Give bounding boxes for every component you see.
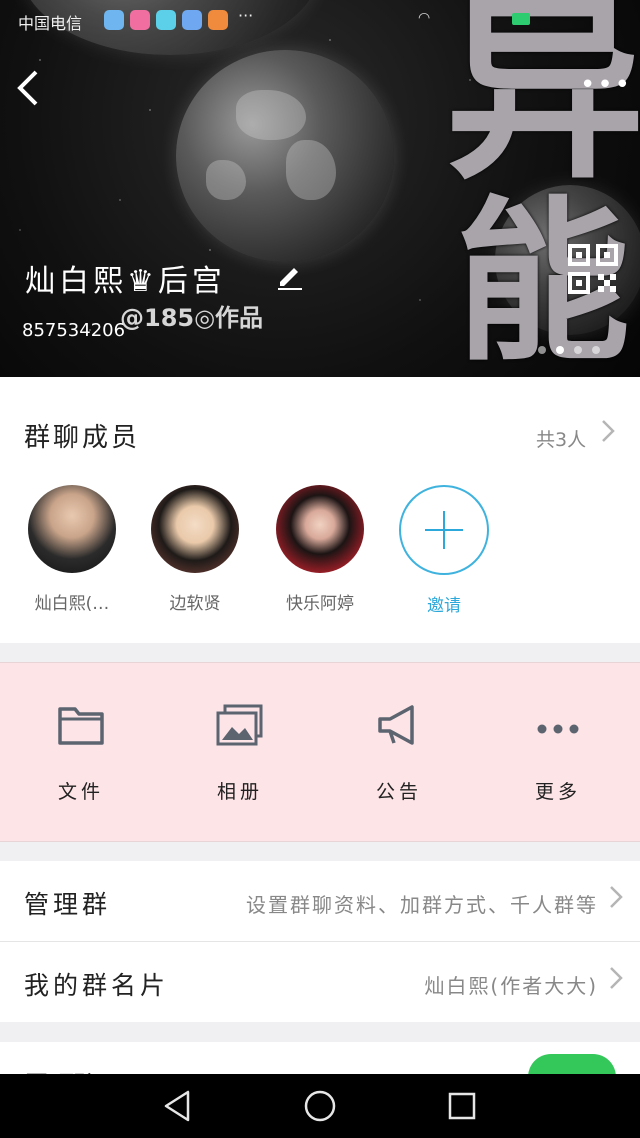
pin-chat-row[interactable]: 置顶聊天 (0, 1042, 640, 1076)
carousel-indicator (538, 346, 600, 354)
app-notification-icon (130, 10, 150, 30)
overflow-icon: ··· (238, 6, 254, 25)
row-title: 我的群名片 (24, 971, 170, 1000)
more-dots-icon (537, 724, 579, 734)
members-section: 群聊成员 共3人 灿白熙(… 边软贤 快乐阿婷 邀请 (0, 377, 640, 643)
row-value: 灿白熙(作者大大) (424, 974, 598, 998)
battery-icon (512, 13, 530, 25)
more-action[interactable]: 更多 (498, 703, 618, 804)
action-label: 文件 (57, 781, 104, 803)
members-count[interactable]: 共3人 (536, 425, 586, 452)
more-options-button[interactable]: ••• (580, 70, 630, 100)
member-item[interactable]: 边软贤 (140, 485, 250, 614)
nav-back-icon[interactable] (158, 1086, 198, 1126)
announcement-action[interactable]: 公告 (339, 703, 459, 804)
app-notification-icon (104, 10, 124, 30)
carousel-dot (538, 346, 546, 354)
member-item[interactable]: 灿白熙(… (17, 485, 127, 614)
group-header: 异 能 中国电信 ··· ◠ ••• 灿白熙♛后宫 @185◎作品 857534… (0, 0, 640, 377)
member-name: 灿白熙(… (34, 594, 110, 614)
album-icon (216, 704, 263, 746)
app-notification-icon (156, 10, 176, 30)
action-label: 相册 (216, 781, 263, 803)
nav-home-icon[interactable] (300, 1086, 340, 1126)
folder-icon (58, 707, 104, 745)
avatar[interactable] (151, 485, 239, 573)
quick-actions-bar: 文件 相册 公告 更多 (0, 662, 640, 842)
chevron-right-icon (608, 964, 624, 999)
app-notification-icon (182, 10, 202, 30)
carousel-dot (574, 346, 582, 354)
group-name: 灿白熙♛后宫 (25, 264, 226, 299)
member-name: 边软贤 (169, 594, 221, 614)
member-name: 快乐阿婷 (286, 594, 354, 614)
my-group-card-row[interactable]: 我的群名片 灿白熙(作者大大) (0, 942, 640, 1022)
plus-icon[interactable] (399, 485, 489, 575)
avatar[interactable] (28, 485, 116, 573)
carousel-dot-active (556, 346, 564, 354)
row-title: 管理群 (24, 890, 112, 919)
qr-code-icon[interactable] (568, 244, 618, 294)
member-item[interactable]: 快乐阿婷 (265, 485, 375, 614)
carousel-dot (592, 346, 600, 354)
pin-chat-toggle[interactable] (528, 1054, 616, 1076)
system-nav-bar (0, 1074, 640, 1138)
carrier-label: 中国电信 (18, 14, 83, 33)
status-bar: 中国电信 ··· ◠ (0, 0, 640, 40)
files-action[interactable]: 文件 (21, 703, 141, 804)
app-notification-icon (208, 10, 228, 30)
wifi-icon: ◠ (418, 10, 431, 26)
edit-pencil-icon[interactable] (276, 262, 304, 290)
album-action[interactable]: 相册 (180, 703, 300, 804)
avatar[interactable] (276, 485, 364, 573)
megaphone-icon (378, 705, 414, 745)
nav-recents-icon[interactable] (442, 1086, 482, 1126)
invite-button[interactable]: 邀请 (389, 485, 499, 616)
row-value: 设置群聊资料、加群方式、千人群等 (246, 893, 598, 917)
chevron-right-icon (608, 883, 624, 918)
invite-label: 邀请 (427, 596, 461, 616)
action-label: 更多 (534, 781, 581, 803)
image-watermark: @185◎作品 (120, 304, 264, 332)
action-label: 公告 (375, 781, 422, 803)
chevron-right-icon[interactable] (600, 417, 616, 452)
back-arrow-icon[interactable] (12, 66, 52, 110)
manage-group-row[interactable]: 管理群 设置群聊资料、加群方式、千人群等 (0, 861, 640, 941)
members-title: 群聊成员 (24, 423, 141, 453)
globe-image (176, 50, 394, 262)
group-id: 857534206 (22, 320, 126, 341)
